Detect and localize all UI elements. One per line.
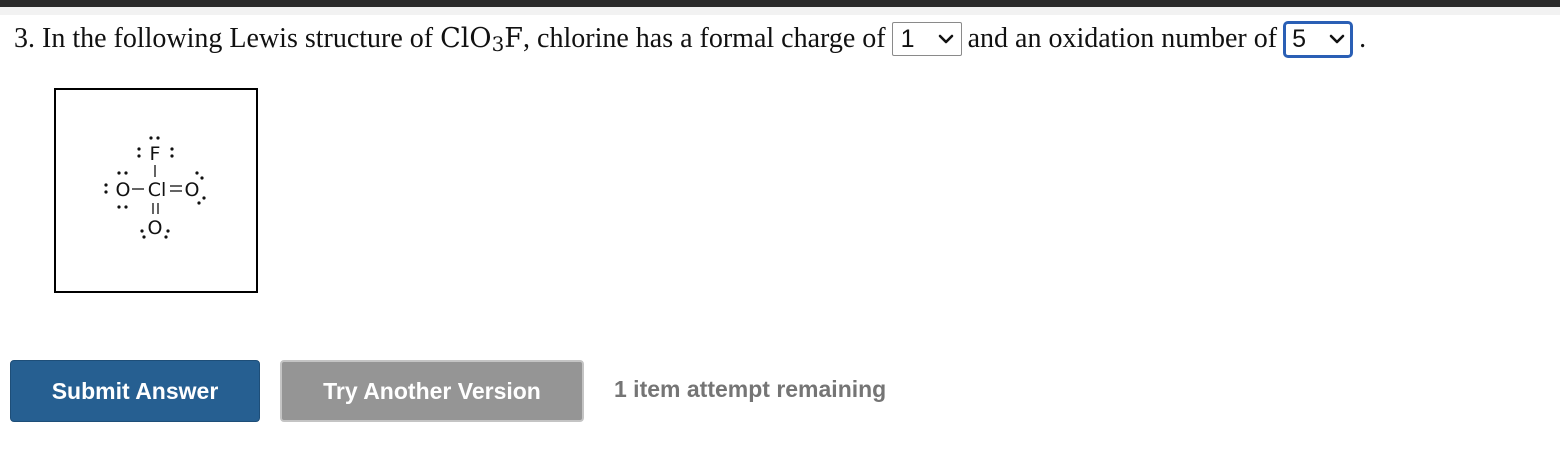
formal-charge-selected-value: 1: [900, 24, 915, 53]
attempts-remaining-text: 1 item attempt remaining: [614, 376, 887, 402]
atom-o-left: O: [116, 179, 131, 201]
chemical-formula: ClO3F: [440, 22, 524, 56]
oxidation-number-selected-value: 5: [1292, 24, 1306, 53]
atom-o-right: O: [185, 179, 200, 201]
try-another-version-button[interactable]: Try Another Version: [280, 360, 584, 422]
question-text-between: and an oxidation number of: [967, 23, 1278, 54]
top-toolbar-shadow: [0, 7, 1560, 15]
atom-f-top: F: [150, 143, 161, 165]
question-number: 3.: [14, 23, 35, 54]
formal-charge-select[interactable]: 1: [891, 22, 962, 56]
atom-cl-center: Cl: [148, 179, 167, 201]
chevron-down-icon: [938, 34, 953, 44]
submit-answer-button[interactable]: Submit Answer: [10, 360, 260, 422]
top-toolbar-strip: [0, 0, 1560, 7]
question-text-end: .: [1359, 23, 1367, 54]
question-text-start: In the following Lewis structure of: [42, 23, 434, 54]
lewis-structure-diagram: F Cl O O O: [104, 136, 206, 239]
atom-o-bottom: O: [148, 217, 163, 239]
oxidation-number-select[interactable]: 5: [1283, 20, 1354, 58]
question-text-middle: , chlorine has a formal charge of: [523, 23, 886, 54]
lewis-structure-image: F Cl O O O: [54, 88, 258, 293]
chevron-down-icon: [1329, 34, 1345, 44]
question-prompt: 3. In the following Lewis structure of C…: [14, 18, 1366, 60]
